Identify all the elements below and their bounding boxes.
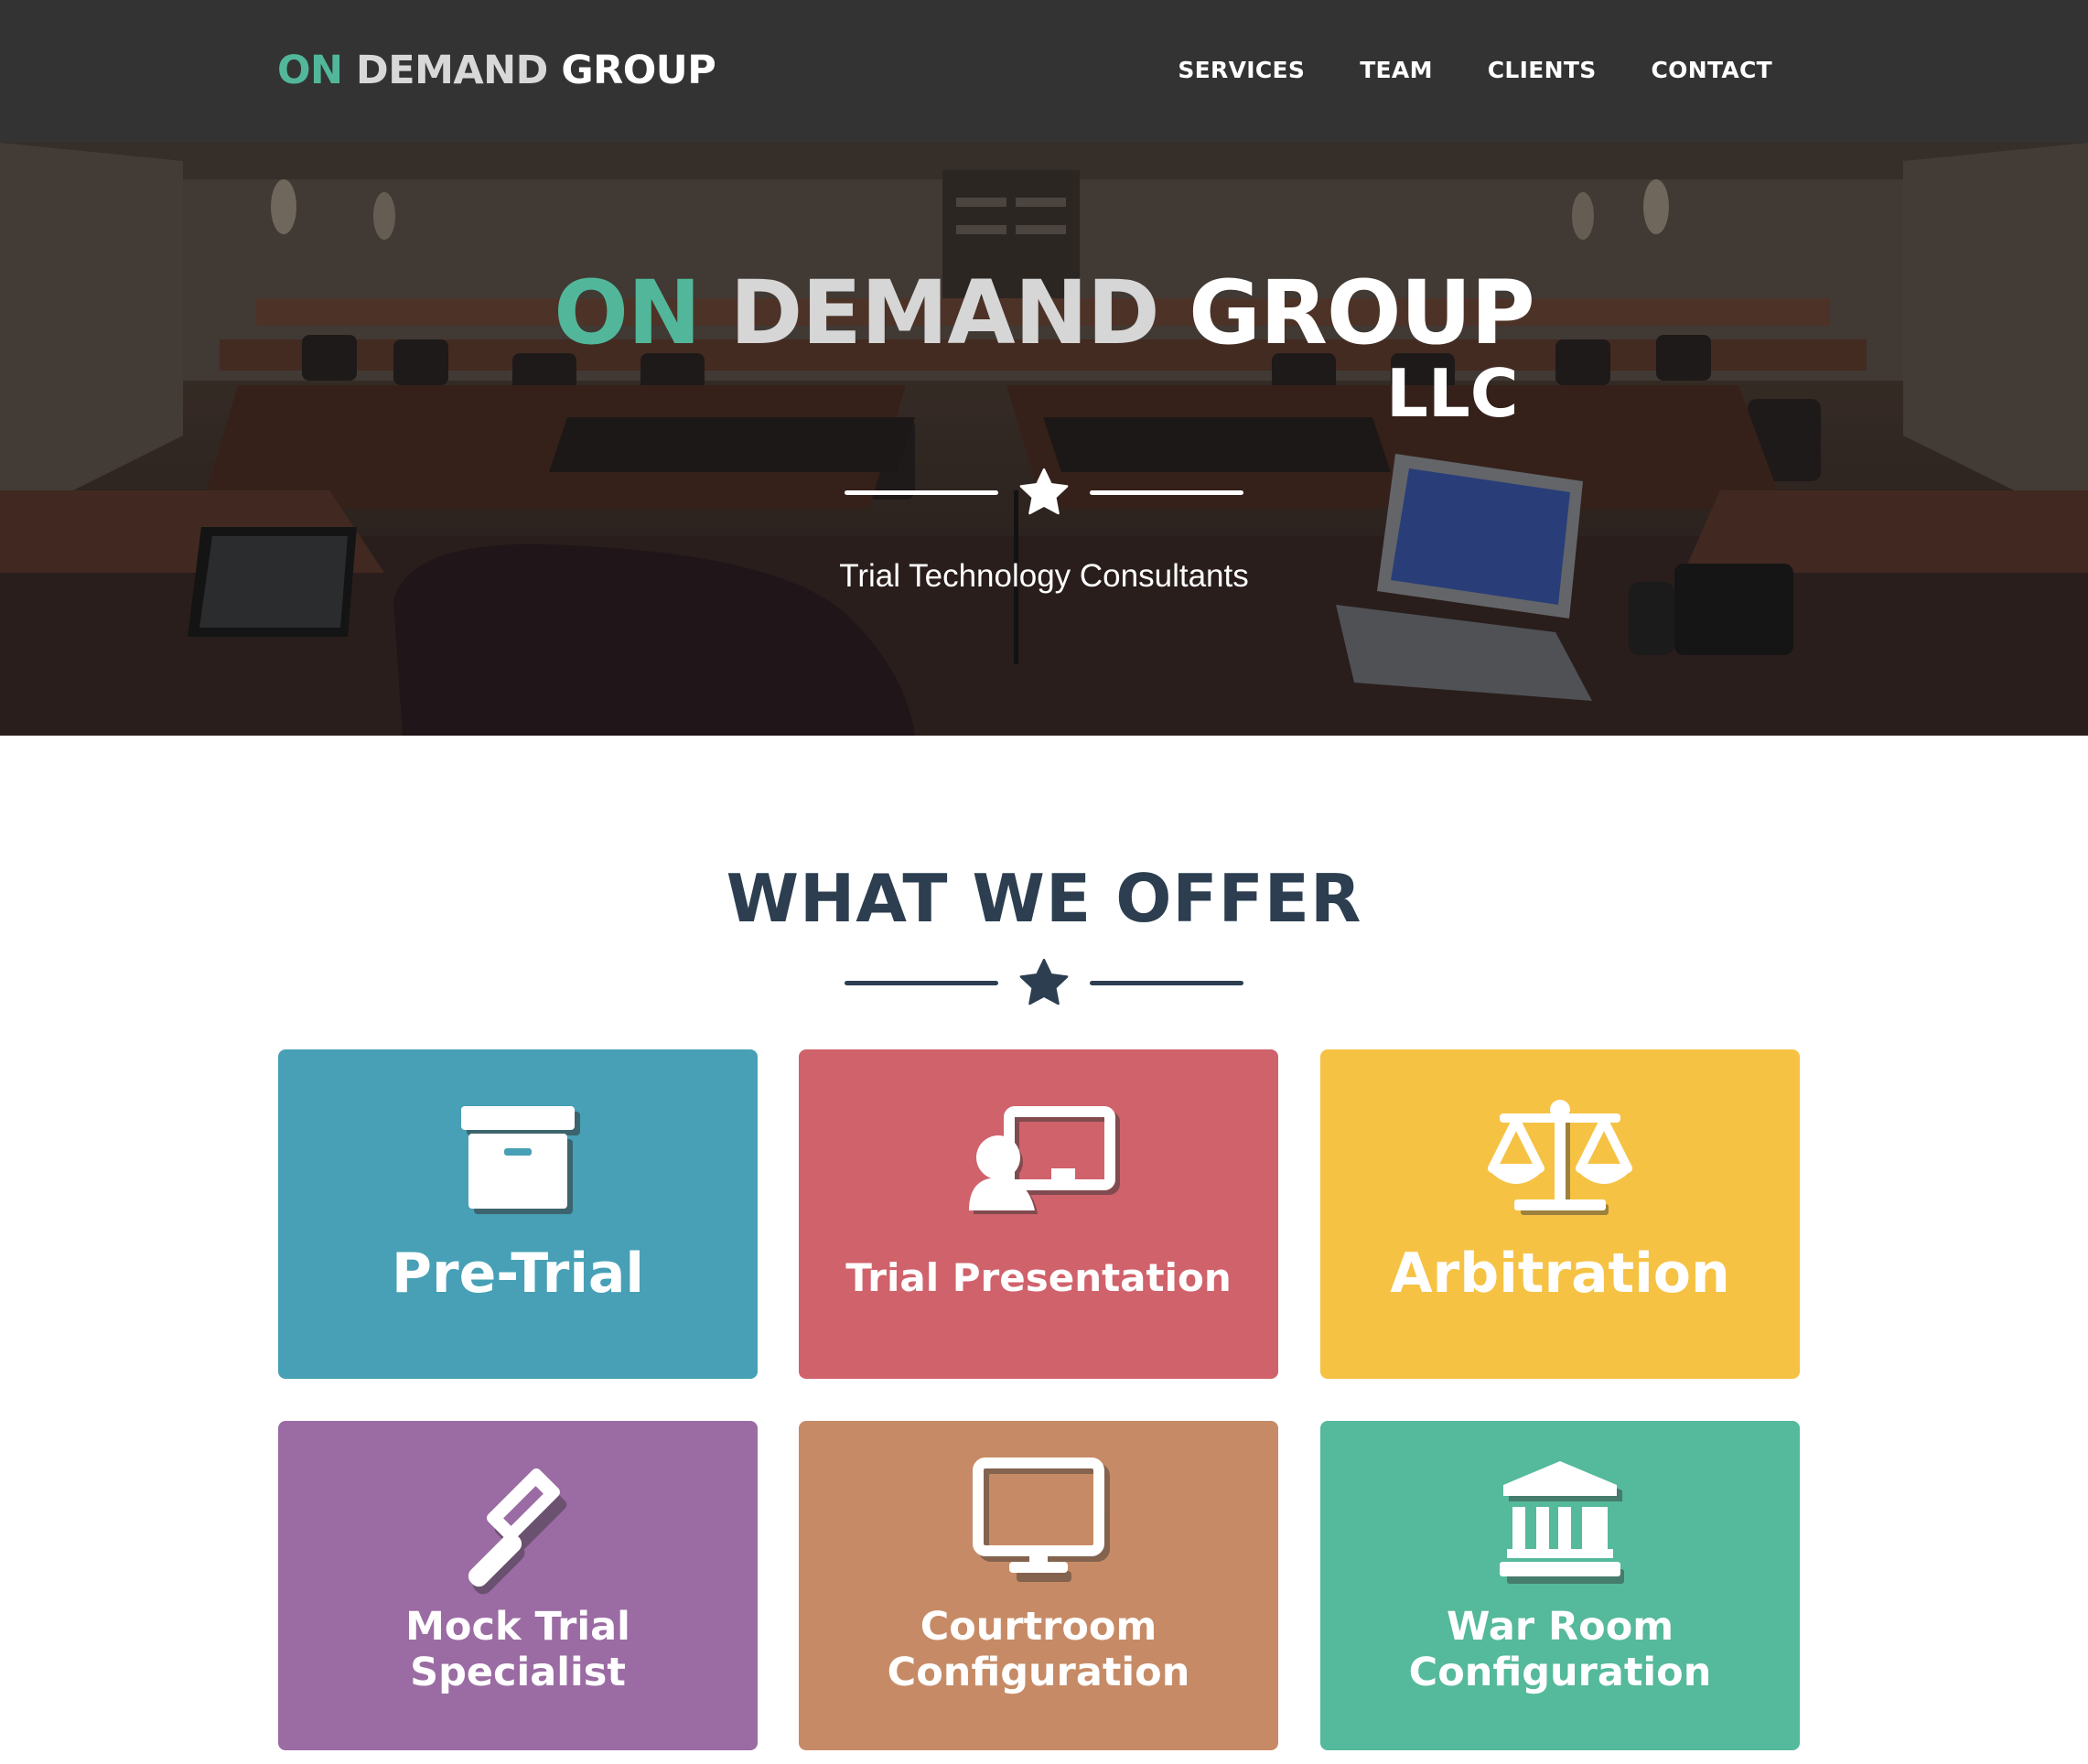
star-icon — [1019, 468, 1069, 515]
nav-links: SERVICES TEAM CLIENTS CONTACT — [1178, 57, 1772, 83]
service-card-label-line-2: Configuration — [887, 1650, 1190, 1695]
service-card-label-line-1: War Room — [1446, 1604, 1674, 1650]
service-card-pre-trial[interactable]: Pre-Trial — [278, 1049, 758, 1379]
archive-box-icon — [461, 1106, 580, 1214]
service-card-trial-presentation[interactable]: Trial Presentation — [799, 1049, 1278, 1379]
hero-title-word-3: GROUP — [1189, 262, 1535, 364]
offer-heading: WHAT WE OFFER — [726, 860, 1362, 937]
hero-divider — [0, 465, 2088, 520]
bank-building-icon — [1500, 1461, 1624, 1584]
service-card-label: Arbitration — [1390, 1242, 1730, 1306]
hero-subtitle: Trial Technology Consultants — [839, 558, 1249, 594]
hero-section: ON DEMAND GROUP LLC Trial Technology Con… — [0, 143, 2088, 736]
nav-link-contact[interactable]: CONTACT — [1652, 57, 1772, 83]
divider-line-left — [845, 980, 998, 985]
nav-logo[interactable]: ON DEMAND GROUP — [277, 48, 716, 93]
presenter-board-icon — [969, 1106, 1120, 1214]
nav-link-services[interactable]: SERVICES — [1178, 57, 1305, 83]
divider-line-left — [845, 489, 998, 495]
service-card-label-line-1: Courtroom — [920, 1604, 1157, 1650]
service-card-courtroom-configuration[interactable]: Courtroom Configuration — [799, 1421, 1278, 1750]
service-card-label-line-2: Configuration — [1408, 1650, 1712, 1695]
service-card-label-line-1: Mock Trial — [405, 1604, 630, 1650]
service-card-label: Mock Trial Specialist — [278, 1604, 758, 1695]
nav-link-clients[interactable]: CLIENTS — [1488, 57, 1597, 83]
nav-logo-word-3: GROUP — [561, 48, 716, 93]
courtroom-background-image — [0, 143, 2088, 736]
nav-logo-word-2: DEMAND — [356, 48, 548, 93]
nav-link-team[interactable]: TEAM — [1360, 57, 1433, 83]
service-card-label: Courtroom Configuration — [799, 1604, 1278, 1695]
divider-line-right — [1090, 489, 1243, 495]
service-card-mock-trial-specialist[interactable]: Mock Trial Specialist — [278, 1421, 758, 1750]
monitor-icon — [973, 1457, 1110, 1582]
hero-title-word-2: DEMAND — [729, 262, 1160, 364]
service-card-label: War Room Configuration — [1320, 1604, 1800, 1695]
navbar: ON DEMAND GROUP SERVICES TEAM CLIENTS CO… — [0, 0, 2088, 143]
service-card-label: Pre-Trial — [392, 1242, 644, 1306]
service-card-arbitration[interactable]: Arbitration — [1320, 1049, 1800, 1379]
hero-title: ON DEMAND GROUP — [0, 262, 2088, 364]
offer-divider — [0, 955, 2088, 1010]
hero-title-word-1: ON — [554, 262, 701, 364]
balance-scale-icon — [1488, 1100, 1632, 1215]
service-card-label: Trial Presentation — [845, 1255, 1232, 1300]
gavel-icon — [468, 1468, 567, 1595]
divider-line-right — [1090, 980, 1243, 985]
star-icon — [1019, 958, 1069, 1006]
nav-logo-word-1: ON — [277, 48, 343, 93]
service-card-war-room-configuration[interactable]: War Room Configuration — [1320, 1421, 1800, 1750]
service-card-label-line-2: Specialist — [410, 1650, 626, 1695]
hero-title-suffix: LLC — [1386, 355, 1519, 432]
